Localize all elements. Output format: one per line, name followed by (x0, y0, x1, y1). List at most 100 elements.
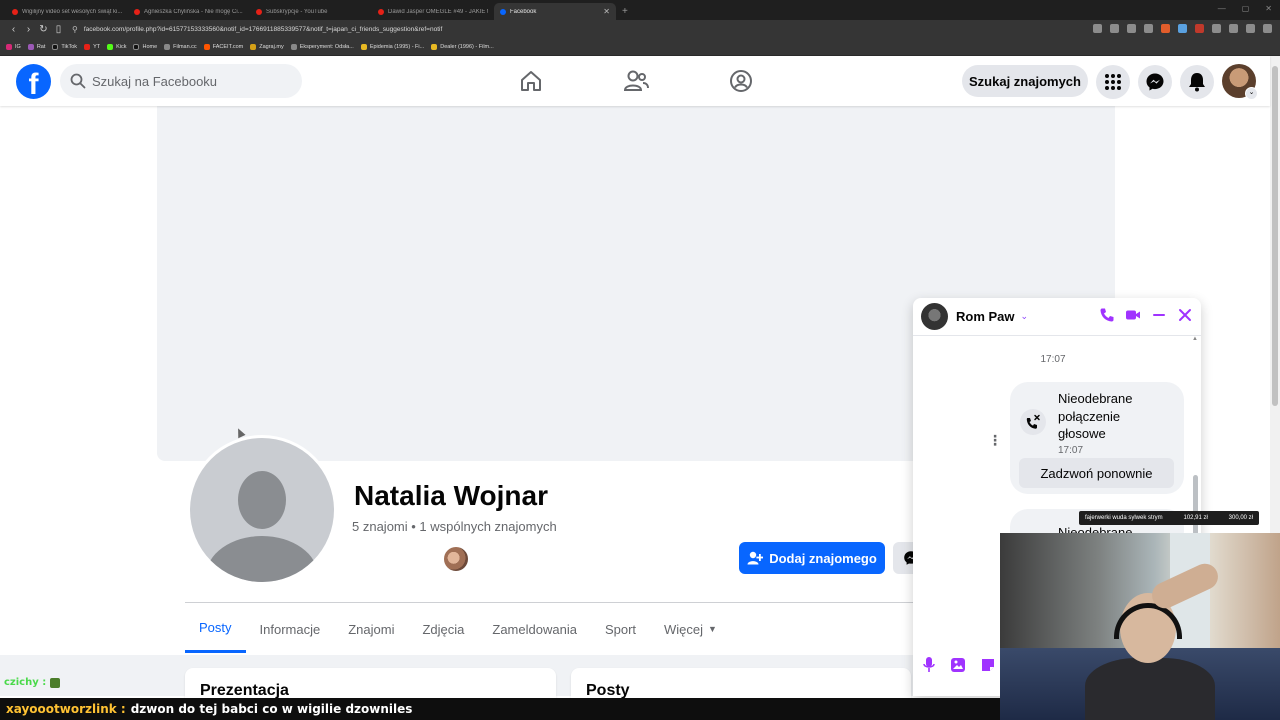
chat-contact-name[interactable]: Rom Paw (956, 309, 1015, 324)
close-tab-icon[interactable]: ✕ (603, 7, 610, 16)
chat-composer-icons (921, 656, 997, 674)
bookmark-favicon-icon (27, 44, 34, 50)
extension-icon[interactable] (1212, 24, 1221, 33)
extension-icon[interactable] (1195, 24, 1204, 33)
url-text: facebook.com/profile.php?id=615771533335… (83, 26, 443, 33)
chevron-down-icon: ⌄ (1245, 87, 1258, 100)
instagram-icon (6, 44, 12, 50)
chat-contact-avatar[interactable] (921, 303, 948, 330)
browser-tab[interactable]: Subskrypcje - YouTube (250, 3, 372, 20)
profile-divider (185, 602, 925, 603)
bookmark-item[interactable]: TikTok (52, 44, 77, 50)
bookmark-item[interactable]: Eksperyment: Odsła... (290, 44, 354, 50)
facebook-favicon-icon (500, 8, 506, 15)
bookmark-item[interactable]: YT (84, 44, 100, 50)
menu-grid-icon[interactable] (1096, 65, 1130, 99)
tab-more[interactable]: Więcej ▼ (650, 605, 731, 653)
bookmark-item[interactable]: IG (6, 44, 21, 50)
cast-icon[interactable] (1093, 24, 1102, 33)
url-field[interactable]: ⚲ facebook.com/profile.php?id=6157715333… (72, 22, 1132, 37)
translate-icon[interactable] (1127, 24, 1136, 33)
bookmark-item[interactable]: Rat (27, 44, 45, 50)
reload-icon[interactable]: ↻ (36, 24, 51, 35)
star-icon[interactable] (1144, 24, 1153, 33)
chat-scroll-thumb[interactable] (1193, 475, 1198, 535)
puzzle-icon[interactable] (1229, 24, 1238, 33)
missed-call-time: 17:07 (1058, 445, 1084, 456)
chat-emote-icon (50, 677, 61, 688)
tab-about[interactable]: Informacje (246, 605, 335, 653)
bookmark-item[interactable]: FACEIT.com (203, 44, 243, 50)
tab-friends[interactable]: Znajomi (334, 605, 408, 653)
search-input[interactable] (92, 73, 282, 89)
gallery-icon[interactable] (949, 656, 967, 674)
voice-call-icon[interactable] (1099, 307, 1115, 323)
menu-icon[interactable] (1263, 24, 1272, 33)
youtube-favicon-icon (256, 8, 262, 15)
tiktok-icon (52, 44, 59, 50)
site-info-icon[interactable]: ⚲ (72, 25, 78, 34)
bookmark-item[interactable]: Dealer (1996) - Film... (431, 44, 494, 50)
bookmark-item[interactable]: Kick (107, 44, 126, 50)
bookmark-item[interactable]: Home (133, 44, 157, 50)
bookmark-icon[interactable]: ▯ (51, 24, 66, 35)
call-again-button[interactable]: Zadzwoń ponownie (1019, 458, 1174, 488)
facebook-logo-icon[interactable]: f (16, 64, 51, 99)
bookmark-item[interactable]: Epidemia (1995) - Fi... (360, 44, 424, 50)
browser-tab[interactable]: Dawid Jasper OMEGLE #49 - JAKIE t... (372, 3, 494, 20)
find-friends-button[interactable]: Szukaj znajomych (962, 65, 1088, 97)
browser-tab-active[interactable]: Facebook ✕ (494, 3, 616, 20)
intro-card-title: Prezentacja (200, 682, 289, 699)
messenger-icon[interactable] (1138, 65, 1172, 99)
brave-shield-icon[interactable] (1161, 24, 1170, 33)
browser-tab-strip: Wigilijny video set wesołych świąt ki...… (0, 0, 1280, 20)
download-icon[interactable] (1246, 24, 1255, 33)
add-friend-button[interactable]: Dodaj znajomego (739, 542, 885, 574)
minimize-chat-icon[interactable] (1151, 307, 1167, 323)
account-avatar[interactable]: ⌄ (1222, 64, 1258, 100)
browser-tab[interactable]: Agnieszka Chylińska - Nie mogę Ci... (128, 3, 250, 20)
youtube-icon (84, 44, 91, 50)
forward-icon[interactable]: › (21, 24, 36, 35)
bookmark-favicon-icon (250, 44, 257, 50)
close-window-icon[interactable]: ✕ (1265, 4, 1272, 13)
profile-tabs: Posty Informacje Znajomi Zdjęcia Zameldo… (185, 605, 731, 655)
browser-tab[interactable]: Wigilijny video set wesołych świąt ki... (6, 3, 128, 20)
minimize-window-icon[interactable]: — (1218, 4, 1226, 13)
back-icon[interactable]: ‹ (6, 24, 21, 35)
bookmark-item[interactable]: Zagraj.my (250, 44, 284, 50)
friends-nav-icon[interactable] (621, 66, 651, 96)
video-call-icon[interactable] (1125, 307, 1141, 323)
youtube-favicon-icon (134, 8, 140, 15)
notifications-bell-icon[interactable] (1180, 65, 1214, 99)
search-box[interactable] (60, 64, 302, 98)
sticker-icon[interactable] (979, 656, 997, 674)
extension-icon[interactable] (1178, 24, 1187, 33)
tab-sport[interactable]: Sport (591, 605, 650, 653)
donation-goal-bar: fajerwerki wuda sylwek strym 102,91 zł 3… (1079, 511, 1259, 525)
groups-nav-icon[interactable] (726, 66, 756, 96)
maximize-window-icon[interactable]: ▢ (1242, 4, 1250, 13)
scroll-up-icon[interactable]: ▲ (1192, 336, 1198, 342)
missed-call-icon (1020, 409, 1046, 435)
friends-count[interactable]: 5 znajomi • 1 wspólnych znajomych (352, 519, 557, 534)
profile-picture[interactable] (187, 435, 337, 585)
message-options-icon[interactable]: ⋮ (988, 432, 1002, 449)
bookmark-item[interactable]: Filman.cc (164, 44, 197, 50)
profile-name: Natalia Wojnar (354, 480, 548, 511)
close-chat-icon[interactable] (1177, 307, 1193, 323)
donation-goal-text: fajerwerki wuda sylwek strym (1085, 515, 1163, 521)
tab-posts[interactable]: Posty (185, 605, 246, 653)
new-tab-button[interactable]: + (622, 6, 628, 20)
zoom-icon[interactable] (1110, 24, 1119, 33)
posts-card-title: Posty (586, 682, 630, 699)
chat-header[interactable]: Rom Paw ⌄ (913, 298, 1201, 336)
scrollbar-thumb[interactable] (1272, 66, 1278, 406)
tab-photos[interactable]: Zdjęcia (408, 605, 478, 653)
chat-actions (1099, 307, 1193, 323)
tab-check-ins[interactable]: Zameldowania (478, 605, 591, 653)
mutual-friend-avatar[interactable] (442, 545, 470, 573)
microphone-icon[interactable] (921, 656, 937, 674)
chevron-down-icon[interactable]: ⌄ (1021, 311, 1029, 322)
home-nav-icon[interactable] (516, 66, 546, 96)
